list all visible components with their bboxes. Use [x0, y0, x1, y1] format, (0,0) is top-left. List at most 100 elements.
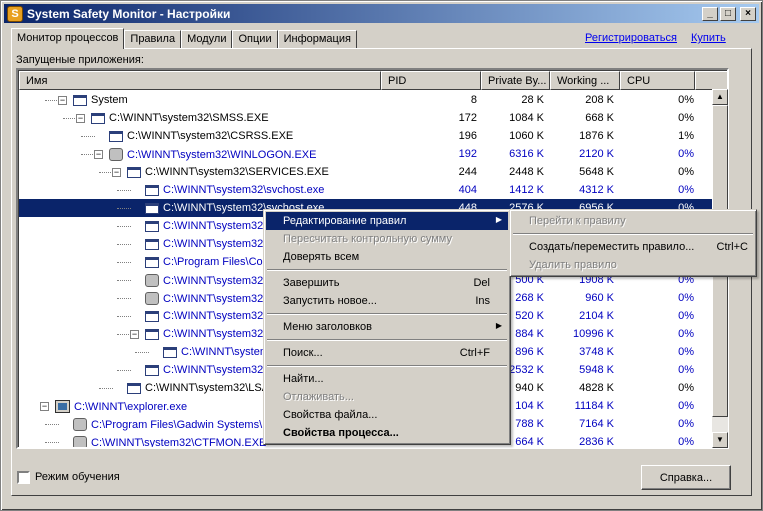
column-header-cpu[interactable]: CPU [620, 71, 695, 90]
process-name-cell: C:\WINNT\system32\s [145, 274, 272, 287]
menu-separator [267, 269, 507, 271]
tab-information[interactable]: Информация [277, 30, 357, 49]
table-row[interactable]: − C:\WINNT\system32\WINLOGON.EXE 192 6316 K… [19, 145, 712, 163]
collapse-icon[interactable]: − [94, 150, 103, 159]
collapse-icon[interactable]: − [76, 114, 85, 123]
application-icon [145, 238, 159, 250]
application-icon [145, 184, 159, 196]
menu-item-label: Создать/переместить правило... [529, 241, 695, 253]
process-name-cell: C:\WINNT\system32\SERVICES.EXE [127, 166, 329, 178]
cell-private: 1084 K [509, 112, 544, 124]
menu-item-shortcut: Del [473, 277, 490, 289]
context-menu-item[interactable]: Найти... [266, 370, 508, 388]
cell-working: 208 K [585, 94, 614, 106]
maximize-button[interactable]: □ [720, 6, 736, 21]
cell-cpu: 0% [678, 400, 694, 412]
table-row[interactable]: C:\WINNT\system32\CSRSS.EXE 196 1060 K 1876… [19, 127, 712, 145]
table-row[interactable]: − System 8 28 K 208 K 0% [19, 91, 712, 109]
menu-item-label: Поиск... [283, 347, 323, 359]
tree-connector [117, 208, 131, 209]
cell-private: 2448 K [509, 166, 544, 178]
gear-icon [145, 274, 159, 287]
cell-private: 940 K [515, 382, 544, 394]
cell-private: 1060 K [509, 130, 544, 142]
menu-separator [267, 339, 507, 341]
collapse-icon[interactable]: − [58, 96, 67, 105]
cell-working: 5948 K [579, 364, 614, 376]
tab-rules[interactable]: Правила [124, 30, 182, 49]
register-link[interactable]: Регистрироваться [585, 32, 677, 44]
column-header-name[interactable]: Имя [19, 71, 381, 90]
submenu-item[interactable]: Создать/переместить правило... Ctrl+C [512, 238, 754, 256]
tree-connector [117, 316, 131, 317]
process-name: C:\WINNT\explorer.exe [74, 400, 188, 413]
process-name: C:\WINNT\system3 [181, 346, 276, 358]
scroll-up-icon[interactable]: ▲ [712, 89, 728, 105]
menu-item-label: Меню заголовков [283, 321, 372, 333]
scroll-down-icon[interactable]: ▼ [712, 432, 728, 448]
list-header: Имя PID Private By... Working ... CPU [19, 71, 727, 90]
submenu-item: Перейти к правилу [512, 212, 754, 230]
learning-mode-label: Режим обучения [35, 471, 120, 483]
process-name-cell: System [73, 94, 128, 106]
cell-working: 5648 K [579, 166, 614, 178]
table-row[interactable]: C:\WINNT\system32\svchost.exe 404 1412 K 43… [19, 181, 712, 199]
cell-cpu: 0% [678, 310, 694, 322]
buy-link[interactable]: Купить [691, 32, 726, 44]
column-header-working-set[interactable]: Working ... [550, 71, 620, 90]
section-label: Запущеные приложения: [16, 54, 144, 66]
tab-process-monitor[interactable]: Монитор процессов [11, 28, 125, 49]
collapse-icon[interactable]: − [40, 402, 49, 411]
collapse-icon[interactable]: − [130, 330, 139, 339]
context-menu-item[interactable]: Меню заголовков ▶ [266, 318, 508, 336]
context-menu-item[interactable]: Свойства процесса... [266, 424, 508, 442]
process-name: C:\WINNT\system32\svchost.exe [163, 184, 325, 196]
context-menu-item[interactable]: Доверять всем [266, 248, 508, 266]
cell-private: 520 K [515, 310, 544, 322]
tab-modules[interactable]: Модули [181, 30, 233, 49]
context-menu-item[interactable]: Завершить Del [266, 274, 508, 292]
column-header-private-bytes[interactable]: Private By... [481, 71, 550, 90]
gear-icon [73, 418, 87, 431]
tree-connector [45, 100, 59, 101]
gear-icon [109, 148, 123, 161]
context-menu-item[interactable]: Свойства файла... [266, 406, 508, 424]
tree-connector [45, 442, 59, 443]
tree-connector [117, 298, 131, 299]
context-menu-item[interactable]: Запустить новое... Ins [266, 292, 508, 310]
cell-pid: 404 [458, 184, 477, 196]
learning-mode-checkbox[interactable] [17, 471, 30, 484]
application-icon [127, 166, 141, 178]
cell-pid: 172 [458, 112, 477, 124]
app-window: S System Safety Monitor - Настройки _ □ … [0, 0, 763, 511]
process-name-cell: C:\WINNT\system32\w [145, 292, 274, 305]
minimize-button[interactable]: _ [702, 6, 718, 21]
cell-working: 1876 K [579, 130, 614, 142]
cell-cpu: 0% [678, 436, 694, 448]
menu-item-label: Редактирование правил [283, 215, 407, 227]
context-menu-item[interactable]: Редактирование правил ▶ [266, 212, 508, 230]
application-icon [73, 94, 87, 106]
cell-cpu: 0% [678, 382, 694, 394]
process-name: C:\WINNT\system32\s [163, 274, 272, 287]
close-button[interactable]: × [740, 6, 756, 21]
cell-working: 2104 K [579, 310, 614, 322]
tree-connector [117, 370, 131, 371]
context-menu: Редактирование правил ▶ Пересчитать контро… [263, 209, 511, 445]
process-name-cell: C:\WINNT\system32\LSAS [127, 382, 276, 394]
tab-options[interactable]: Опции [232, 30, 278, 49]
column-header-pid[interactable]: PID [381, 71, 481, 90]
process-name: C:\WINNT\system32\CTFMON.EXE [91, 436, 267, 449]
context-menu-item[interactable]: Поиск... Ctrl+F [266, 344, 508, 362]
tree-connector [117, 244, 131, 245]
process-name-cell: C:\Program Files\Gadwin Systems\Prin [73, 418, 282, 431]
help-button[interactable]: Справка... [641, 465, 731, 490]
menu-item-label: Пересчитать контрольную сумму [283, 233, 452, 245]
process-name-cell: C:\WINNT\system32\s [145, 328, 272, 340]
cell-private: 1412 K [509, 184, 544, 196]
table-row[interactable]: − C:\WINNT\system32\SERVICES.EXE 244 2448 K… [19, 163, 712, 181]
collapse-icon[interactable]: − [112, 168, 121, 177]
table-row[interactable]: − C:\WINNT\system32\SMSS.EXE 172 1084 K 668 … [19, 109, 712, 127]
cell-private: 896 K [515, 346, 544, 358]
process-name-cell: C:\WINNT\system3 [163, 346, 275, 358]
